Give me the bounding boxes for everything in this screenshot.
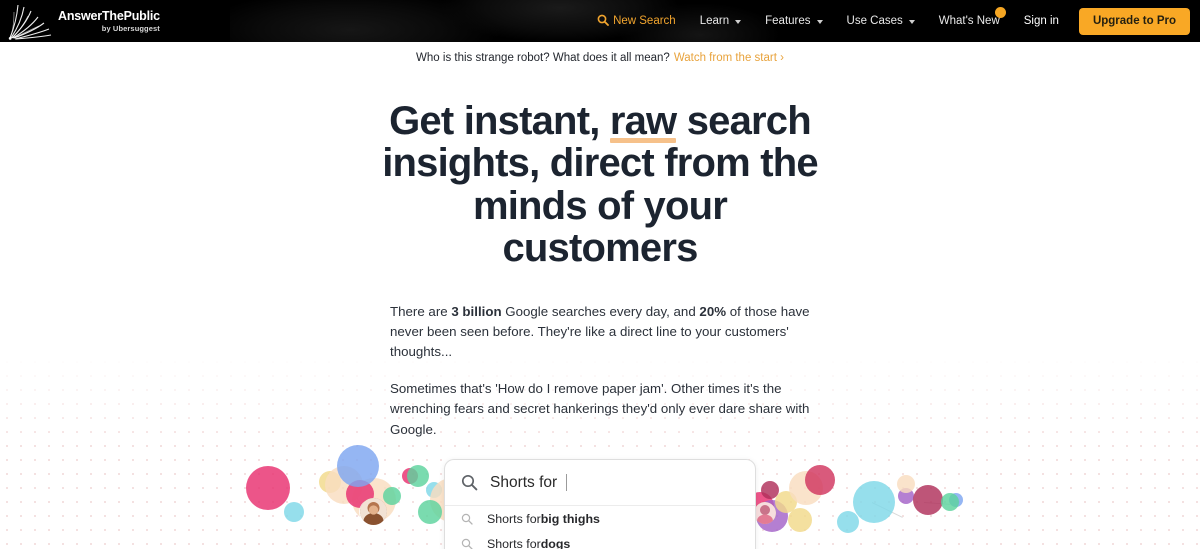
- nav-item-features[interactable]: Features: [753, 0, 834, 42]
- heading-part-1: Get instant,: [389, 99, 610, 143]
- logo-title: AnswerThePublic: [58, 9, 160, 23]
- logo-subtitle: by Ubersuggest: [101, 23, 160, 33]
- site-header: AnswerThePublic by Ubersuggest New Searc…: [0, 0, 1200, 42]
- bubble: [837, 511, 859, 533]
- nav-item-label: Features: [765, 15, 811, 27]
- bubble: [407, 465, 429, 487]
- search-input-row[interactable]: Shorts for: [445, 460, 755, 506]
- notification-badge: [994, 7, 1006, 18]
- search-input-value: Shorts for: [490, 473, 558, 491]
- search-icon: [461, 538, 473, 549]
- suggestion-bold: big thighs: [540, 511, 600, 526]
- hero-paragraph-1: There are 3 billion Google searches ever…: [390, 302, 810, 363]
- heading-highlight-raw: raw: [609, 99, 677, 144]
- bubble: [941, 493, 959, 511]
- para1-bold-3-billion: 3 billion: [451, 303, 502, 319]
- suggestion-item[interactable]: Shorts for big thighs: [445, 506, 755, 531]
- search-icon: [461, 513, 473, 525]
- watch-from-start-link[interactable]: Watch from the start ›: [674, 52, 784, 64]
- hero-section: Get instant, raw search insights, direct…: [0, 100, 1200, 440]
- nav-item-label: New Search: [613, 15, 676, 27]
- bubble: [418, 500, 442, 524]
- announcement-text: Who is this strange robot? What does it …: [416, 52, 670, 64]
- para1-text-a: There are: [390, 303, 452, 319]
- bubble: [897, 475, 915, 493]
- bubble: [284, 502, 304, 522]
- announcement-bar: Who is this strange robot? What does it …: [0, 42, 1200, 74]
- suggestion-prefix: Shorts for: [487, 511, 541, 526]
- chevron-down-icon: [908, 20, 915, 24]
- search-widget[interactable]: Shorts for Shorts for big thighs Shorts …: [444, 459, 756, 549]
- suggestion-bold: dogs: [540, 536, 571, 549]
- avatar: [754, 502, 776, 524]
- search-icon: [597, 14, 609, 29]
- landing-page: AnswerThePublic by Ubersuggest New Searc…: [0, 0, 1200, 549]
- logo[interactable]: AnswerThePublic by Ubersuggest: [8, 0, 160, 42]
- nav-item-use-cases[interactable]: Use Cases: [835, 0, 927, 42]
- para1-bold-20-percent: 20%: [699, 303, 727, 319]
- page-title: Get instant, raw search insights, direct…: [380, 100, 820, 270]
- nav-item-learn[interactable]: Learn: [688, 0, 753, 42]
- bubble: [853, 481, 895, 523]
- bubble: [788, 508, 812, 532]
- main-nav: New Search Learn Features Use Cases What…: [585, 0, 1190, 42]
- dandelion-burst-icon: [8, 4, 52, 40]
- hero-paragraph-2: Sometimes that's 'How do I remove paper …: [390, 381, 810, 437]
- text-cursor: [566, 474, 568, 491]
- chevron-down-icon: [816, 20, 823, 24]
- sign-in-link[interactable]: Sign in: [1012, 15, 1071, 27]
- search-icon: [461, 474, 478, 491]
- suggestion-item[interactable]: Shorts for dogs: [445, 531, 755, 549]
- nav-item-label: Learn: [699, 15, 730, 27]
- nav-item-label: What's New: [938, 15, 1000, 27]
- bubble: [805, 465, 835, 495]
- bubble: [913, 485, 943, 515]
- bubble: [246, 466, 290, 510]
- hero-body-copy: There are 3 billion Google searches ever…: [390, 302, 810, 440]
- chevron-down-icon: [735, 20, 742, 24]
- suggestion-prefix: Shorts for: [487, 536, 541, 549]
- nav-item-label: Use Cases: [846, 15, 903, 27]
- avatar: [360, 498, 387, 525]
- para1-text-c: Google searches every day, and: [501, 303, 700, 319]
- nav-item-whats-new[interactable]: What's New: [927, 0, 1012, 42]
- upgrade-to-pro-button[interactable]: Upgrade to Pro: [1078, 7, 1190, 35]
- bubble: [383, 487, 401, 505]
- bubble: [337, 445, 379, 487]
- nav-item-new-search[interactable]: New Search: [585, 0, 688, 42]
